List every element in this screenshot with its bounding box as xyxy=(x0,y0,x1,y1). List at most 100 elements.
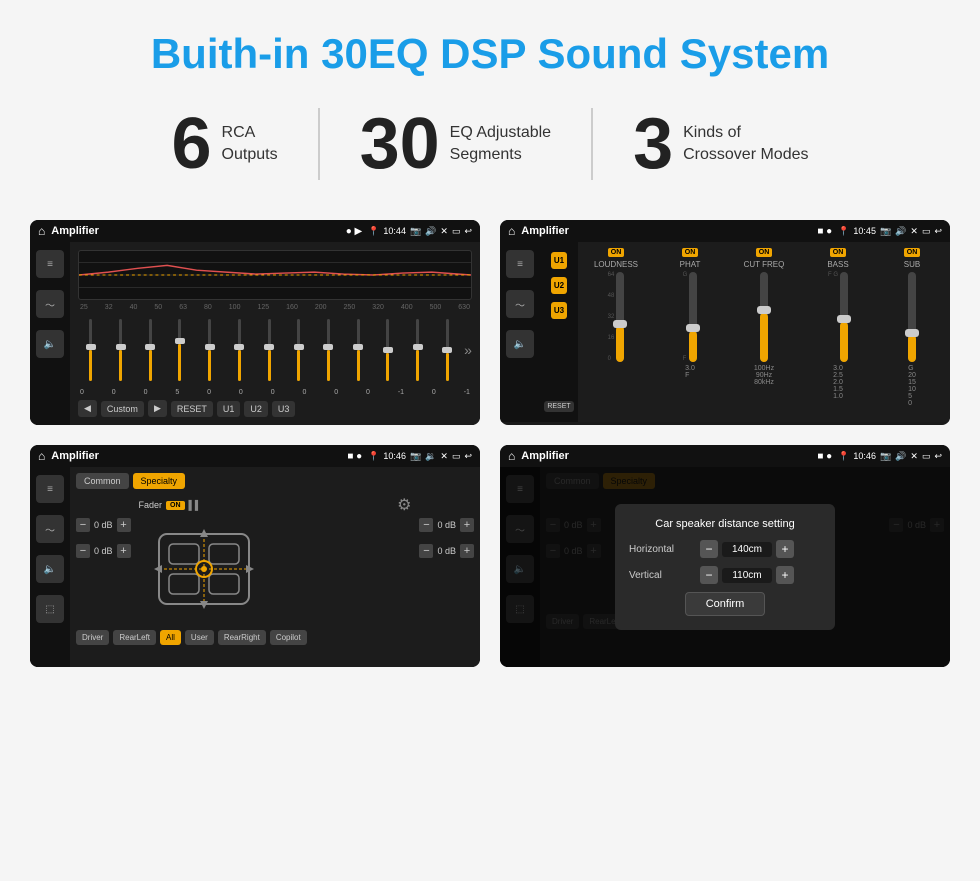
home-icon-2[interactable]: ⌂ xyxy=(508,224,515,238)
speaker-btn-3[interactable]: 🔈 xyxy=(36,555,64,583)
prev-preset-btn[interactable]: ◀ xyxy=(78,400,97,417)
vol-control-rr[interactable]: − 0 dB + xyxy=(419,544,474,558)
eq-sliders[interactable]: » xyxy=(78,315,472,385)
filter-btn-1[interactable]: ≡ xyxy=(36,250,64,278)
wave-btn-2[interactable]: 〜 xyxy=(506,290,534,318)
fader-on-badge[interactable]: ON xyxy=(166,501,185,510)
vol-value-rl: 0 dB xyxy=(94,546,113,556)
speaker-btn-2[interactable]: 🔈 xyxy=(506,330,534,358)
eq-screen-card: ⌂ Amplifier ● ▶ 📍 10:44 📷 🔊 ✕ ▭ ↩ ≡ 〜 🔈 xyxy=(30,220,480,425)
back-icon-2[interactable]: ↩ xyxy=(934,226,942,237)
bass-on[interactable]: ON xyxy=(830,248,847,257)
loudness-on[interactable]: ON xyxy=(608,248,625,257)
eq-slider-5[interactable] xyxy=(227,319,253,381)
settings-icon-3[interactable]: ⚙ xyxy=(397,495,411,515)
vol-minus-fr[interactable]: − xyxy=(419,518,433,532)
eq-slider-11[interactable] xyxy=(405,319,431,381)
vol-control-fr[interactable]: − 0 dB + xyxy=(419,518,474,532)
sub-slider[interactable] xyxy=(908,272,916,362)
cutfreq-on[interactable]: ON xyxy=(756,248,773,257)
side-controls-1: ≡ 〜 🔈 xyxy=(30,242,70,425)
eq-slider-10[interactable] xyxy=(375,319,401,381)
u1-preset[interactable]: U1 xyxy=(551,252,567,269)
vol-plus-rr[interactable]: + xyxy=(460,544,474,558)
fader-dialog-content: ≡ 〜 🔈 ⬚ Common Specialty − 0 dB + xyxy=(500,467,950,667)
arrows-btn-3[interactable]: ⬚ xyxy=(36,595,64,623)
vol-minus-rr[interactable]: − xyxy=(419,544,433,558)
filter-btn-2[interactable]: ≡ xyxy=(506,250,534,278)
all-btn-3[interactable]: All xyxy=(160,630,181,645)
eq-slider-1[interactable] xyxy=(108,319,134,381)
confirm-button[interactable]: Confirm xyxy=(685,592,766,616)
cutfreq-slider[interactable] xyxy=(760,272,768,362)
speaker-btn-1[interactable]: 🔈 xyxy=(36,330,64,358)
cam-icon-4: 📷 xyxy=(880,451,891,462)
tab-row-3[interactable]: Common Specialty xyxy=(76,473,474,489)
vol-plus-fr[interactable]: + xyxy=(460,518,474,532)
back-icon-3[interactable]: ↩ xyxy=(464,451,472,462)
eq-slider-2[interactable] xyxy=(137,319,163,381)
vertical-stepper[interactable]: − 110cm + xyxy=(700,566,821,584)
vol-plus-fl[interactable]: + xyxy=(117,518,131,532)
side-controls-3: ≡ 〜 🔈 ⬚ xyxy=(30,467,70,667)
eq-slider-7[interactable] xyxy=(286,319,312,381)
bass-slider[interactable] xyxy=(840,272,848,362)
eq-freq-labels: 253240506380 100125160200250320 40050063… xyxy=(78,304,472,311)
vol-control-rl[interactable]: − 0 dB + xyxy=(76,544,131,558)
phat-on[interactable]: ON xyxy=(682,248,699,257)
u2-preset[interactable]: U2 xyxy=(551,277,567,294)
driver-btn-3[interactable]: Driver xyxy=(76,630,109,645)
tab-common-3[interactable]: Common xyxy=(76,473,129,489)
battery-icon: ▭ xyxy=(452,226,461,237)
home-icon-4[interactable]: ⌂ xyxy=(508,449,515,463)
vol-minus-fl[interactable]: − xyxy=(76,518,90,532)
home-icon-3[interactable]: ⌂ xyxy=(38,449,45,463)
eq-slider-0[interactable] xyxy=(78,319,104,381)
horizontal-minus[interactable]: − xyxy=(700,540,718,558)
horizontal-stepper[interactable]: − 140cm + xyxy=(700,540,821,558)
rearright-btn-3[interactable]: RearRight xyxy=(218,630,266,645)
sub-on[interactable]: ON xyxy=(904,248,921,257)
eq-controls[interactable]: ◀ Custom ▶ RESET U1 U2 U3 xyxy=(78,400,472,417)
eq-main: 253240506380 100125160200250320 40050063… xyxy=(70,242,480,425)
back-icon-4[interactable]: ↩ xyxy=(934,451,942,462)
u1-btn-1[interactable]: U1 xyxy=(217,401,241,417)
signal-icon-3: ✕ xyxy=(440,451,448,462)
fader-dialog-screen-card: ⌂ Amplifier ■ ● 📍 10:46 📷 🔊 ✕ ▭ ↩ ≡ 〜 🔈 … xyxy=(500,445,950,667)
phat-slider[interactable] xyxy=(689,272,697,362)
horizontal-label: Horizontal xyxy=(629,544,694,555)
u3-btn-1[interactable]: U3 xyxy=(272,401,296,417)
eq-slider-6[interactable] xyxy=(256,319,282,381)
horizontal-plus[interactable]: + xyxy=(776,540,794,558)
u2-btn-1[interactable]: U2 xyxy=(244,401,268,417)
phat-label: PHAT xyxy=(680,260,701,269)
loudness-slider[interactable] xyxy=(616,272,624,362)
vol-plus-rl[interactable]: + xyxy=(117,544,131,558)
wave-btn-3[interactable]: 〜 xyxy=(36,515,64,543)
eq-slider-3[interactable] xyxy=(167,319,193,381)
eq-slider-8[interactable] xyxy=(316,319,342,381)
wave-btn-1[interactable]: 〜 xyxy=(36,290,64,318)
home-icon[interactable]: ⌂ xyxy=(38,224,45,238)
u3-preset[interactable]: U3 xyxy=(551,302,567,319)
eq-slider-12[interactable] xyxy=(434,319,460,381)
vol-control-fl[interactable]: − 0 dB + xyxy=(76,518,131,532)
next-preset-btn[interactable]: ▶ xyxy=(148,400,167,417)
user-btn-3[interactable]: User xyxy=(185,630,214,645)
time-2: 10:45 xyxy=(853,226,876,236)
tab-specialty-3[interactable]: Specialty xyxy=(133,473,186,489)
eq-slider-4[interactable] xyxy=(197,319,223,381)
eq-slider-9[interactable] xyxy=(345,319,371,381)
copilot-btn-3[interactable]: Copilot xyxy=(270,630,307,645)
vertical-plus[interactable]: + xyxy=(776,566,794,584)
vertical-minus[interactable]: − xyxy=(700,566,718,584)
reset-btn-1[interactable]: RESET xyxy=(171,401,213,417)
crossover-content: ≡ 〜 🔈 U1 U2 U3 RESET ON LOUDNESS xyxy=(500,242,950,422)
vol-minus-rl[interactable]: − xyxy=(76,544,90,558)
back-icon-1[interactable]: ↩ xyxy=(464,226,472,237)
reset-btn-2[interactable]: RESET xyxy=(544,401,573,412)
rearleft-btn-3[interactable]: RearLeft xyxy=(113,630,156,645)
vol-icon-2: 🔊 xyxy=(895,226,906,237)
status-icons-4: 📍 10:46 📷 🔊 ✕ ▭ ↩ xyxy=(838,451,942,462)
filter-btn-3[interactable]: ≡ xyxy=(36,475,64,503)
